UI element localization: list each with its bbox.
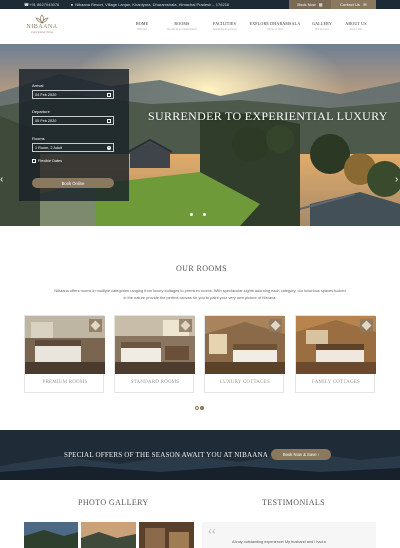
- map-pin-icon: ●: [70, 2, 74, 7]
- nav-gallery[interactable]: GALLERY Our pictures: [309, 21, 335, 35]
- hero-next-arrow[interactable]: ›: [395, 174, 398, 185]
- top-book-now-label: Book Now: [297, 2, 316, 7]
- room-card-standard[interactable]: STANDARD ROOMS: [114, 315, 195, 393]
- gallery-thumb-2[interactable]: [81, 522, 136, 548]
- book-now-save-label: Book Now & Save: [282, 452, 317, 457]
- room-card-family-cottage[interactable]: FAMILY COTTAGES: [295, 315, 376, 393]
- premium-badge-icon: [89, 319, 102, 332]
- special-offers-banner: SPECIAL OFFERS OF THE SEASON AWAIT YOU A…: [0, 430, 400, 480]
- premium-rooms-caption: PREMIUM ROOMS: [42, 380, 88, 385]
- rooms-guests-select[interactable]: 1 Room, 2 Adult +: [32, 143, 114, 152]
- photo-gallery-title: PHOTO GALLERY: [78, 498, 149, 507]
- testimonials-title: TESTIMONIALS: [262, 498, 326, 507]
- site-header: NIBAANA experiential living HOME Welcome…: [0, 9, 400, 44]
- nav-home-label: HOME: [135, 21, 149, 26]
- top-contact-label: Contact Us: [340, 2, 360, 7]
- nav-explore-label: EXPLORE DHARAMSALA: [249, 21, 301, 26]
- hero-title: SURRENDER TO EXPERIENTIAL LUXURY: [148, 109, 388, 123]
- family-badge-icon: [360, 319, 373, 332]
- address-info: ● Nibaana Resort, Village Lanjan, Khaniy…: [70, 2, 229, 7]
- gallery-thumb-3[interactable]: [139, 522, 194, 548]
- departure-date-input[interactable]: 05 Feb 2020: [32, 116, 114, 125]
- rooms-dot-1[interactable]: [195, 406, 199, 410]
- nav-gallery-sub: Our pictures: [315, 28, 329, 31]
- standard-badge-icon: [179, 319, 192, 332]
- nav-explore-dharamsala[interactable]: EXPLORE DHARAMSALA Places to visit: [247, 21, 303, 35]
- testimonial-text: A truly outstanding experience! My husba…: [232, 540, 326, 544]
- luxury-cottages-caption: LUXURY COTTAGES: [219, 380, 271, 385]
- luxury-badge-icon: [269, 319, 282, 332]
- room-card-luxury-cottage[interactable]: LUXURY COTTAGES: [204, 315, 285, 393]
- rooms-guests-value: 1 Room, 2 Adult: [35, 145, 63, 150]
- nav-explore-sub: Places to visit: [267, 28, 283, 31]
- hero-prev-arrow[interactable]: ‹: [0, 174, 3, 185]
- nav-facilities-label: FACILITIES: [212, 21, 237, 26]
- nav-rooms-sub: Rooms & accommodation: [167, 28, 197, 31]
- nav-facilities-sub: Amenities & services: [212, 28, 237, 31]
- flexible-dates-checkbox[interactable]: [32, 159, 36, 163]
- nav-rooms-label: ROOMS: [174, 21, 190, 26]
- departure-date-value: 05 Feb 2020: [35, 118, 57, 123]
- book-online-button[interactable]: Book Online: [32, 178, 114, 188]
- our-rooms-title: OUR ROOMS: [176, 264, 227, 273]
- book-now-save-button[interactable]: Book Now & Save ›: [271, 449, 331, 460]
- our-rooms-description: Nibaana offers rooms in multiple categor…: [54, 288, 346, 300]
- phone-number[interactable]: +91 8627043076: [29, 2, 59, 7]
- arrival-calendar-icon: [107, 92, 111, 97]
- logo-tagline: experiential living: [31, 30, 53, 34]
- room-card-premium[interactable]: PREMIUM ROOMS: [24, 315, 105, 393]
- envelope-icon: ✉: [363, 1, 367, 7]
- add-guests-icon[interactable]: +: [107, 145, 111, 150]
- arrival-label: Arrival: [32, 83, 44, 88]
- nav-gallery-label: GALLERY: [312, 21, 332, 26]
- rooms-label: Rooms: [32, 136, 45, 141]
- top-book-now-button[interactable]: Book Now ▦: [289, 0, 331, 9]
- testimonial-card: “ A truly outstanding experience! My hus…: [202, 522, 376, 548]
- arrival-date-input[interactable]: 04 Feb 2020: [32, 90, 114, 99]
- nav-rooms[interactable]: ROOMS Rooms & accommodation: [163, 21, 201, 35]
- nav-home-sub: Welcome: [136, 28, 148, 31]
- lotus-logo-icon: [35, 14, 49, 24]
- arrival-date-value: 04 Feb 2020: [35, 92, 57, 97]
- gallery-thumb-1[interactable]: [24, 522, 78, 548]
- flexible-dates-option[interactable]: Flexible Dates: [32, 159, 62, 163]
- address-text: Nibaana Resort, Village Lanjan, Khaniyar…: [75, 2, 230, 7]
- hero-dot-2[interactable]: [203, 213, 206, 216]
- flexible-dates-label: Flexible Dates: [38, 159, 63, 163]
- family-cottages-caption: FAMILY COTTAGES: [311, 380, 361, 385]
- rooms-dot-2[interactable]: [200, 406, 204, 410]
- nav-home[interactable]: HOME Welcome: [128, 21, 156, 35]
- nav-about-us[interactable]: ABOUT US Resort info: [340, 21, 372, 35]
- departure-calendar-icon: [107, 118, 111, 123]
- phone-info[interactable]: ☎ +91 8627043076: [24, 2, 59, 7]
- nav-facilities[interactable]: FACILITIES Amenities & services: [208, 21, 241, 35]
- top-bar: ☎ +91 8627043076 ● Nibaana Resort, Villa…: [0, 0, 400, 9]
- quote-icon: “: [208, 525, 216, 545]
- booking-form: Arrival 04 Feb 2020 Departure 05 Feb 202…: [19, 69, 129, 201]
- nav-about-label: ABOUT US: [345, 21, 367, 26]
- calendar-icon: ▦: [318, 1, 323, 7]
- standard-rooms-caption: STANDARD ROOMS: [130, 380, 180, 385]
- special-offers-text: SPECIAL OFFERS OF THE SEASON AWAIT YOU A…: [64, 451, 268, 459]
- phone-icon: ☎: [24, 2, 29, 7]
- departure-label: Departure: [32, 109, 50, 114]
- top-contact-button[interactable]: Contact Us ✉: [331, 0, 376, 9]
- nav-about-sub: Resort info: [349, 28, 363, 31]
- hero-dot-1[interactable]: [190, 213, 193, 216]
- site-logo[interactable]: NIBAANA experiential living: [22, 14, 62, 40]
- chevron-right-icon: ›: [316, 452, 320, 457]
